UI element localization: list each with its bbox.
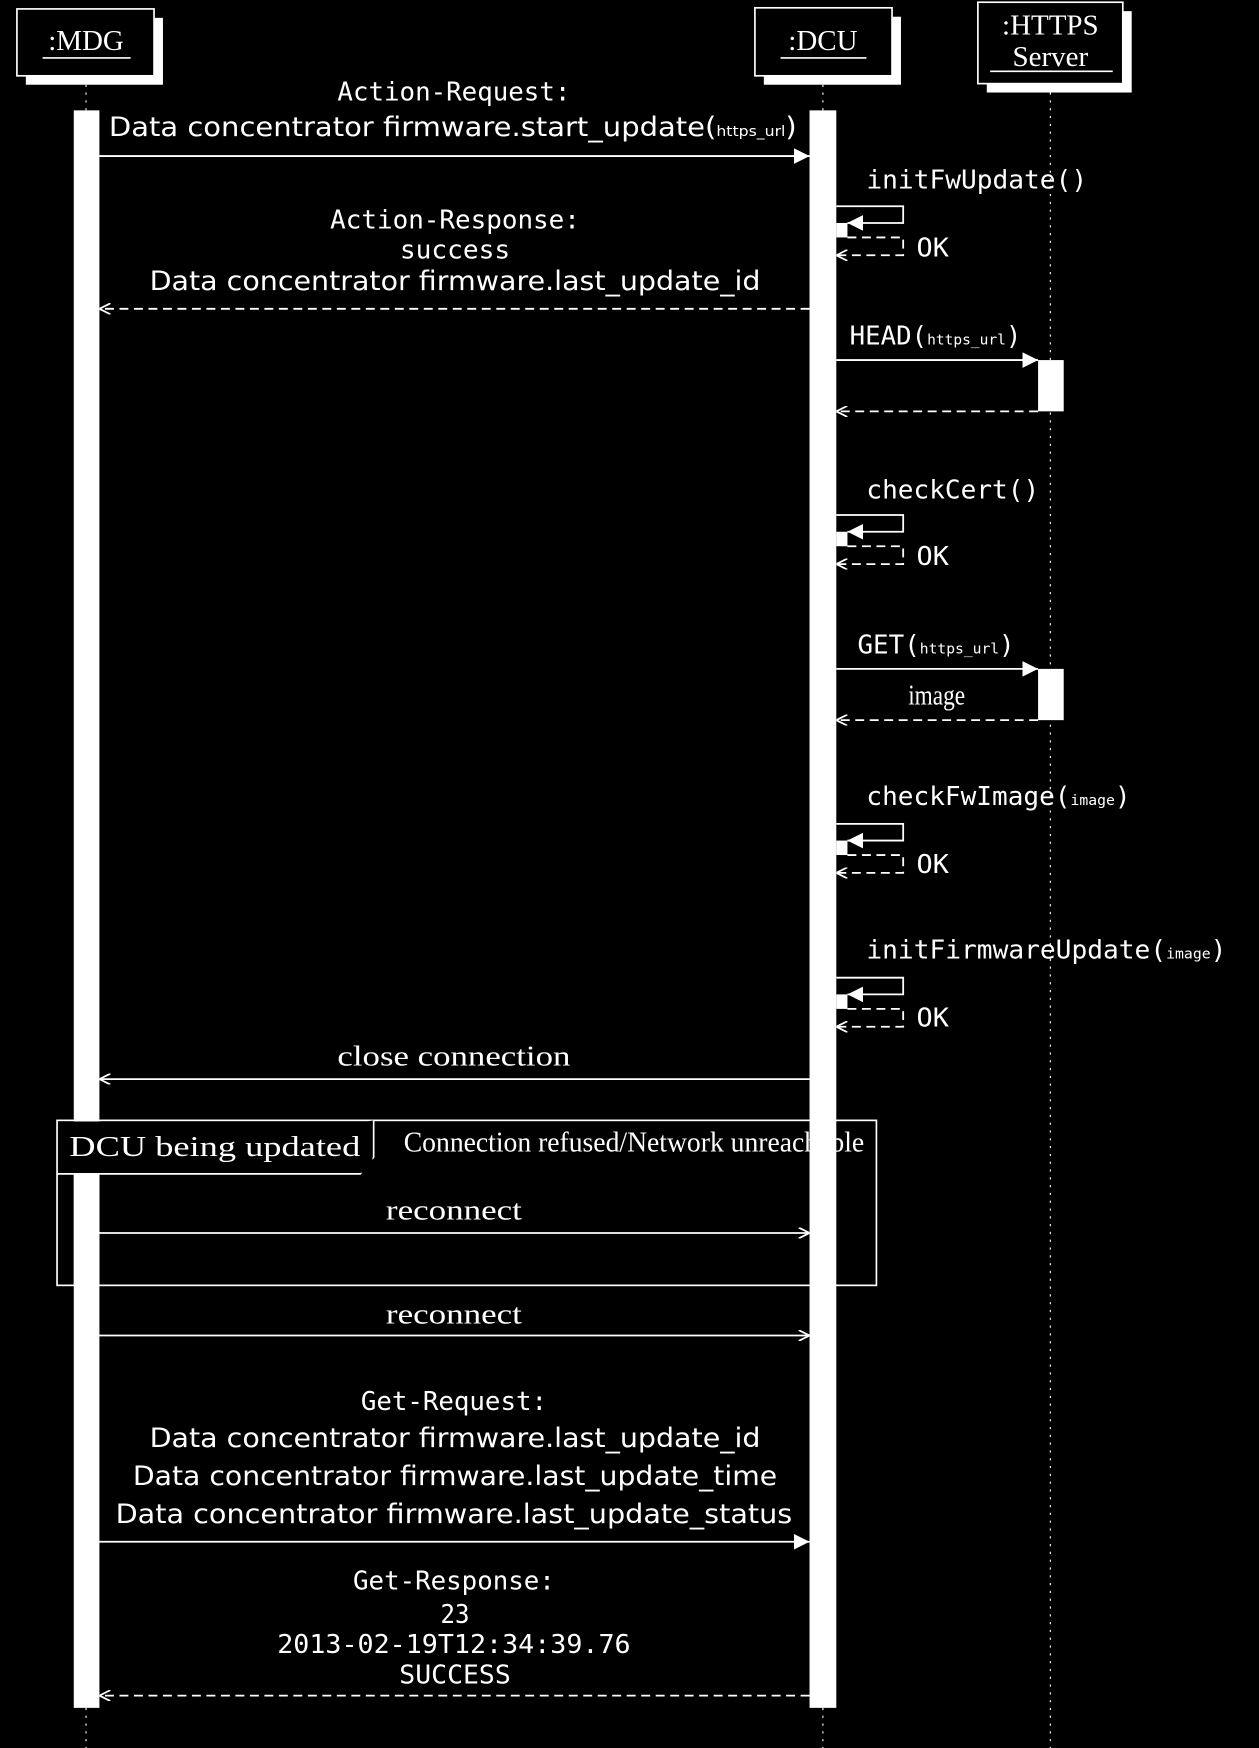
- message-close-connection: close connection: [99, 1041, 810, 1079]
- reply-ok: OK: [917, 233, 950, 263]
- svg-text:Data concentrator firmware.las: Data concentrator firmware.last_update_i…: [150, 266, 761, 297]
- svg-text:Action-Response:: Action-Response:: [330, 206, 580, 236]
- participant-label: :DCU: [788, 25, 857, 57]
- message-get: GET(https_url) image: [836, 630, 1064, 721]
- message-reconnect-2: reconnect: [99, 1298, 810, 1335]
- dcu-activation-bar: [809, 110, 837, 1708]
- svg-text:Data concentrator firmware.las: Data concentrator firmware.last_update_s…: [116, 1499, 793, 1530]
- participant-label-line1: :HTTPS: [1002, 10, 1099, 42]
- svg-text:Get-Response:: Get-Response:: [353, 1567, 555, 1597]
- https-activation-bar: [1038, 668, 1064, 721]
- self-call-check-cert: checkCert() OK: [836, 475, 1039, 572]
- svg-text:reconnect: reconnect: [386, 1298, 522, 1330]
- svg-text:checkCert(): checkCert(): [866, 475, 1039, 505]
- frame-title: DCU being updated: [69, 1131, 361, 1163]
- message-action-response: Action-Response: success Data concentrat…: [99, 206, 810, 309]
- participant-label: :MDG: [48, 25, 124, 57]
- participant-mdg: :MDG: [16, 8, 163, 85]
- svg-text:SUCCESS: SUCCESS: [399, 1660, 510, 1690]
- svg-text:reconnect: reconnect: [386, 1195, 522, 1227]
- self-call-init-fw-update: initFwUpdate() OK: [836, 165, 1087, 263]
- svg-text:initFwUpdate(): initFwUpdate(): [866, 165, 1087, 195]
- svg-text:HEAD(https_url): HEAD(https_url): [850, 321, 1022, 351]
- participant-https-server: :HTTPS Server: [977, 1, 1132, 93]
- reply-ok: OK: [917, 1004, 950, 1034]
- reply-ok: OK: [917, 542, 950, 572]
- sequence-diagram: :MDG :DCU :HTTPS Server Action-Request: …: [16, 1, 1226, 1748]
- mdg-activation-bar-overlay: [73, 1173, 100, 1286]
- message-reconnect-1: reconnect: [99, 1195, 810, 1233]
- svg-text:GET(https_url): GET(https_url): [857, 630, 1014, 660]
- self-call-check-fw-image: checkFwImage(image) OK: [836, 782, 1131, 880]
- svg-text:Action-Request:: Action-Request:: [337, 77, 570, 107]
- svg-text:Get-Request:: Get-Request:: [361, 1387, 547, 1417]
- message-action-request: Action-Request: Data concentrator firmwa…: [99, 77, 810, 164]
- frame-guard: Connection refused/Network unreachable: [404, 1127, 864, 1159]
- mdg-activation-bar: [73, 110, 100, 1708]
- participant-dcu: :DCU: [754, 6, 901, 85]
- svg-text:2013-02-19T12:34:39.76: 2013-02-19T12:34:39.76: [277, 1630, 630, 1660]
- svg-text:success: success: [400, 236, 510, 266]
- svg-text:checkFwImage(image): checkFwImage(image): [866, 782, 1130, 812]
- svg-text:Data concentrator firmware.las: Data concentrator firmware.last_update_i…: [150, 1423, 761, 1454]
- svg-text:close connection: close connection: [337, 1041, 571, 1073]
- self-call-init-firmware-update: initFirmwareUpdate(image) OK: [836, 936, 1226, 1034]
- reply-ok: OK: [917, 850, 950, 880]
- svg-text:Data concentrator firmware.las: Data concentrator firmware.last_update_t…: [133, 1461, 777, 1492]
- participant-label-line2: Server: [1013, 41, 1089, 73]
- reply-image: image: [908, 680, 965, 712]
- svg-text:initFirmwareUpdate(image): initFirmwareUpdate(image): [866, 936, 1226, 966]
- message-get-request: Get-Request: Data concentrator firmware.…: [99, 1387, 810, 1550]
- https-activation-bar: [1038, 360, 1064, 412]
- svg-text:23: 23: [441, 1600, 470, 1630]
- message-head: HEAD(https_url): [836, 321, 1064, 412]
- message-get-response: Get-Response: 23 2013-02-19T12:34:39.76 …: [99, 1567, 810, 1696]
- svg-text:Data concentrator firmware.sta: Data concentrator firmware.start_update(…: [109, 112, 797, 143]
